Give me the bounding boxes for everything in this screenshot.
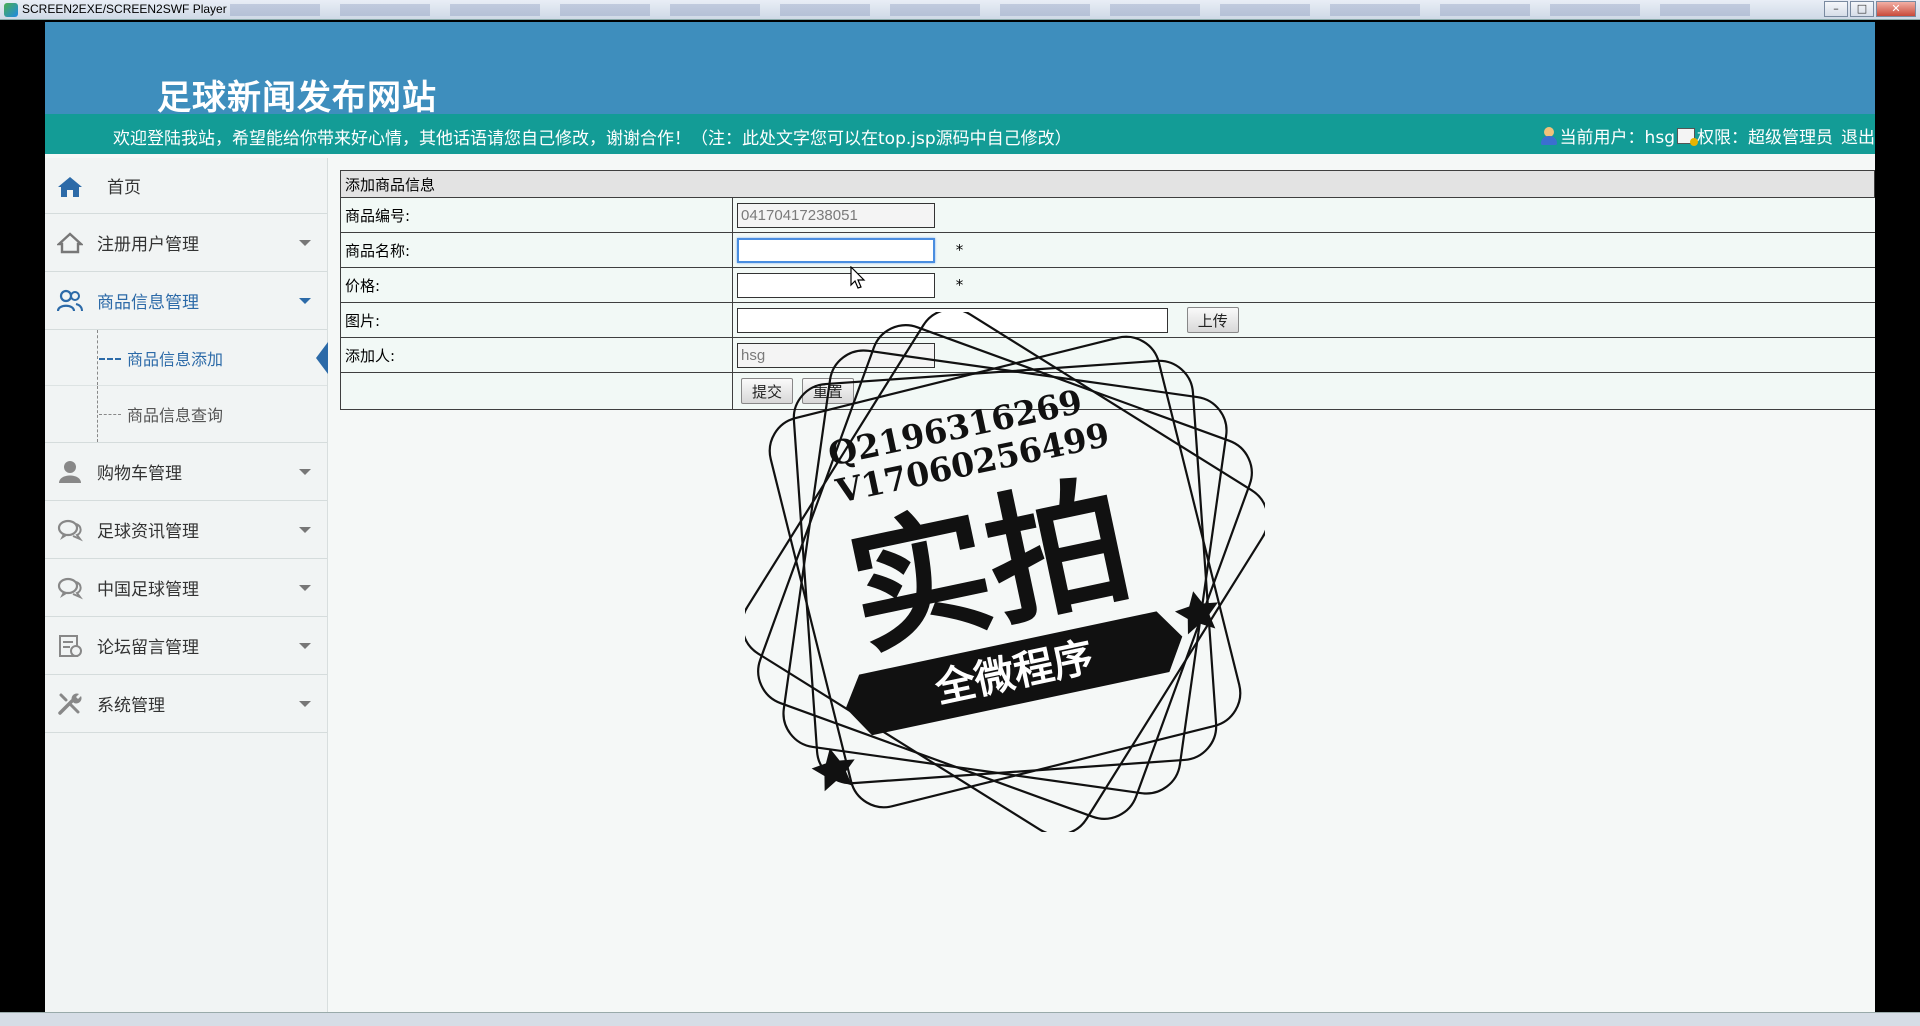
window-titlebar: SCREEN2EXE/SCREEN2SWF Player – □ ✕ [0, 0, 1920, 20]
sidebar: 首页 注册用户管理 商品信息管理 商品信息添加 商品信息查询 购物车管理 足球资… [45, 158, 328, 1012]
chevron-down-icon [299, 701, 311, 707]
stamp-ribbon-text: 全微程序 [930, 634, 1097, 712]
chat-icon [57, 519, 83, 542]
sidebar-item-label: 中国足球管理 [97, 580, 199, 600]
sidebar-item-china-football[interactable]: 中国足球管理 [45, 559, 327, 617]
user-icon [59, 461, 81, 483]
stamp-content: Q2196316269 V17060256499 实拍 全微程序 [811, 382, 1218, 792]
image-path-input[interactable] [737, 307, 1168, 333]
chevron-down-icon [299, 240, 311, 246]
sidebar-item-home[interactable]: 首页 [45, 158, 327, 214]
submenu-item-label: 商品信息添加 [127, 349, 224, 369]
notice-icon [59, 635, 82, 657]
submit-button[interactable]: 提交 [741, 378, 794, 404]
sidebar-item-label: 论坛留言管理 [97, 638, 199, 658]
form-actions-row: 提交 重置 [340, 372, 1875, 410]
tree-line [97, 386, 98, 442]
current-user: 当前用户：hsg [1559, 128, 1675, 148]
user-area: 当前用户：hsg 权限：超级管理员 退出 [1540, 123, 1875, 148]
required-mark: * [955, 276, 964, 294]
welcome-text: 欢迎登陆我站，希望能给你带来好心情，其他话语请您自己修改，谢谢合作！（注：此处文… [113, 129, 1072, 149]
form-row-price: 价格: * [340, 267, 1875, 303]
submenu-item-query-product[interactable]: 商品信息查询 [45, 386, 327, 442]
user-icon [1540, 126, 1558, 145]
product-id-input[interactable] [737, 202, 935, 228]
tree-branch [99, 358, 121, 360]
chevron-down-icon [299, 469, 311, 475]
required-mark: * [955, 241, 964, 259]
sidebar-item-label: 系统管理 [97, 696, 165, 716]
home-icon [58, 177, 82, 197]
submenu-item-add-product[interactable]: 商品信息添加 [45, 330, 328, 386]
sidebar-item-label: 注册用户管理 [97, 235, 199, 255]
home-outline-icon [57, 232, 83, 254]
sidebar-item-system[interactable]: 系统管理 [45, 675, 327, 733]
sidebar-item-football-news[interactable]: 足球资讯管理 [45, 501, 327, 559]
product-submenu: 商品信息添加 商品信息查询 [45, 330, 328, 443]
price-input[interactable] [737, 272, 935, 298]
form-row-image: 图片: 上传 [340, 302, 1875, 338]
stamp-main-text: 实拍 [836, 459, 1144, 677]
field-label: 价格: [340, 267, 733, 303]
web-app: 足球新闻发布网站 欢迎登陆我站，希望能给你带来好心情，其他话语请您自己修改，谢谢… [45, 22, 1875, 1012]
welcome-bar: 欢迎登陆我站，希望能给你带来好心情，其他话语请您自己修改，谢谢合作！（注：此处文… [45, 114, 1875, 154]
site-header: 足球新闻发布网站 [45, 22, 1875, 118]
tree-line [97, 330, 98, 385]
maximize-button[interactable]: □ [1850, 1, 1874, 17]
chevron-down-icon [299, 643, 311, 649]
sidebar-item-label: 购物车管理 [97, 464, 182, 484]
add-product-form: 添加商品信息 商品编号: 商品名称: * 价格: * [340, 170, 1875, 410]
stamp-ribbon [845, 611, 1183, 736]
form-row-product-id: 商品编号: [340, 197, 1875, 233]
minimize-button[interactable]: – [1824, 1, 1848, 17]
site-title: 足球新闻发布网站 [157, 78, 437, 118]
field-label: 添加人: [340, 337, 733, 373]
permission: 权限：超级管理员 [1697, 128, 1833, 148]
player-status-bar [0, 1012, 1920, 1026]
submenu-item-label: 商品信息查询 [127, 406, 224, 425]
stamp-line2: V17060256499 [832, 415, 1113, 511]
product-name-input[interactable] [737, 237, 935, 263]
window-controls: – □ ✕ [1824, 1, 1916, 17]
form-table: 添加商品信息 商品编号: 商品名称: * 价格: * [340, 170, 1875, 410]
mouse-cursor-icon [850, 266, 866, 289]
permission-icon [1677, 127, 1698, 146]
form-header-row: 添加商品信息 [340, 170, 1875, 198]
app-icon [4, 3, 18, 17]
star-icon [811, 748, 855, 792]
logout-link[interactable]: 退出 [1841, 123, 1875, 148]
form-row-added-by: 添加人: [340, 337, 1875, 373]
field-label: 图片: [340, 302, 733, 338]
sidebar-item-label: 商品信息管理 [97, 293, 199, 313]
close-button[interactable]: ✕ [1876, 1, 1916, 17]
form-heading: 添加商品信息 [340, 170, 1875, 198]
sidebar-item-label: 足球资讯管理 [97, 522, 199, 542]
chevron-down-icon [299, 527, 311, 533]
form-row-product-name: 商品名称: * [340, 232, 1875, 268]
upload-button[interactable]: 上传 [1186, 307, 1239, 333]
users-icon [57, 289, 83, 312]
sidebar-item-cart-management[interactable]: 购物车管理 [45, 443, 327, 501]
sidebar-item-label: 首页 [107, 178, 141, 198]
chevron-down-icon [299, 585, 311, 591]
sidebar-item-user-management[interactable]: 注册用户管理 [45, 214, 327, 272]
star-icon [1174, 591, 1218, 635]
added-by-input[interactable] [737, 342, 935, 368]
sidebar-item-product-management[interactable]: 商品信息管理 [45, 272, 327, 330]
chat-icon [57, 577, 83, 600]
tools-icon [58, 693, 82, 715]
field-label: 商品编号: [340, 197, 733, 233]
reset-button[interactable]: 重置 [801, 378, 854, 404]
taskbar-strip [230, 4, 1770, 16]
window-title: SCREEN2EXE/SCREEN2SWF Player [22, 2, 227, 16]
tree-branch [99, 414, 121, 415]
sidebar-item-forum[interactable]: 论坛留言管理 [45, 617, 327, 675]
field-label: 商品名称: [340, 232, 733, 268]
active-pointer-icon [316, 342, 328, 374]
chevron-down-icon [299, 298, 311, 304]
